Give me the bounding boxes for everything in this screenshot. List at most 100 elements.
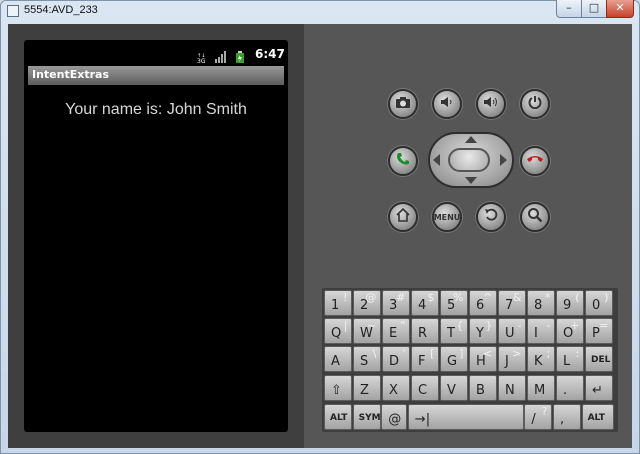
key-d[interactable]: D ' (382, 346, 411, 372)
key-alt-label: ^ (483, 291, 493, 304)
key-j[interactable]: J > (498, 346, 527, 372)
home-button[interactable] (388, 202, 418, 232)
volume-up-button[interactable] (476, 89, 506, 119)
dpad-center-button[interactable] (448, 148, 490, 172)
key-sym[interactable]: SYM (352, 404, 381, 430)
key-e[interactable]: E " (382, 318, 411, 344)
key-alt-label: * (544, 291, 551, 304)
key-label: 8 (534, 298, 543, 313)
key-r[interactable]: R (411, 318, 440, 344)
key-label: L (563, 354, 571, 369)
call-button[interactable] (388, 146, 418, 176)
key-u[interactable]: U- (498, 318, 527, 344)
key-alt-label: \ (372, 347, 377, 360)
dpad-down-icon[interactable] (465, 177, 477, 184)
key-t[interactable]: T{ (440, 318, 469, 344)
key-[interactable]: ↵ (585, 375, 614, 401)
menu-button[interactable]: MENU (432, 202, 462, 232)
camera-button[interactable] (388, 89, 418, 119)
dpad-right-icon[interactable] (500, 154, 507, 166)
key-4[interactable]: 4 $ (411, 290, 440, 316)
key-label: 0 (592, 298, 601, 313)
name-text: Your name is: John Smith (65, 101, 247, 118)
key-alt[interactable]: ALT (324, 404, 352, 430)
key-alt-label: " (400, 319, 406, 332)
key-alt-label: [ (430, 347, 435, 360)
end-call-button[interactable] (520, 146, 550, 176)
key-label: N (505, 383, 515, 398)
power-button[interactable] (520, 89, 550, 119)
key-l[interactable]: L: (556, 346, 585, 372)
key-3[interactable]: 3 # (382, 290, 411, 316)
key-label: R (418, 326, 428, 341)
key-g[interactable]: G] (440, 346, 469, 372)
key-8[interactable]: 8 * (527, 290, 556, 316)
key-[interactable]: →| (407, 404, 524, 430)
key-[interactable]: @ (381, 404, 408, 430)
key-k[interactable]: K; (527, 346, 556, 372)
key-alt-label: } (485, 319, 493, 332)
key-v[interactable]: V (440, 375, 469, 401)
key-[interactable]: ⇧ (324, 375, 353, 401)
signal-icon (214, 48, 228, 63)
key-del[interactable]: DEL (585, 346, 614, 372)
key-y[interactable]: Y} (469, 318, 498, 344)
key-i[interactable]: I- (527, 318, 556, 344)
key-9[interactable]: 9( (556, 290, 585, 316)
key-alt-label: # (396, 291, 406, 304)
key-6[interactable]: 6 ^ (469, 290, 498, 316)
key-label: SYM (358, 413, 381, 423)
key-alt[interactable]: ALT (581, 404, 614, 430)
key-x[interactable]: X (382, 375, 411, 401)
key-label: V (447, 383, 456, 398)
key-0[interactable]: 0) (585, 290, 614, 316)
key-label: A (331, 354, 340, 369)
key-1[interactable]: 1! (324, 290, 353, 316)
key-m[interactable]: M (527, 375, 556, 401)
key-label: S (360, 354, 369, 369)
key-s[interactable]: S \ (353, 346, 382, 372)
back-button[interactable] (476, 202, 506, 232)
key-[interactable]: . (556, 375, 585, 401)
device-screen[interactable] (24, 40, 288, 432)
key-[interactable]: , (553, 404, 581, 430)
key-7[interactable]: 7 & (498, 290, 527, 316)
key-n[interactable]: N (498, 375, 527, 401)
key-[interactable]: /? (524, 404, 553, 430)
search-button[interactable] (520, 202, 550, 232)
key-label: E (389, 326, 398, 341)
key-w[interactable]: W ~ (353, 318, 382, 344)
key-q[interactable]: Q | (324, 318, 353, 344)
dpad-left-icon[interactable] (433, 154, 440, 166)
close-button[interactable]: ✕ (606, 0, 634, 18)
dpad-up-icon[interactable] (465, 136, 477, 143)
3g-icon: ↑↓ 3G (197, 48, 207, 65)
call-icon (395, 151, 411, 171)
key-alt-label: ! (342, 291, 348, 304)
key-alt-label: - (546, 319, 551, 332)
key-label: Q (331, 326, 342, 341)
key-z[interactable]: Z (353, 375, 382, 401)
key-alt-label: $ (427, 291, 435, 304)
key-2[interactable]: 2 @ (353, 290, 382, 316)
key-b[interactable]: B (469, 375, 498, 401)
key-label: ALT (587, 413, 605, 423)
key-alt-label: : (575, 347, 580, 360)
key-alt-label: ; (546, 347, 551, 360)
key-label: @ (388, 412, 402, 427)
maximize-button[interactable]: □ (581, 0, 607, 18)
key-label: ↵ (592, 383, 603, 398)
minimize-button[interactable]: – (556, 0, 582, 18)
key-p[interactable]: P = (585, 318, 614, 344)
key-label: T (447, 326, 455, 341)
key-alt-label: | (343, 319, 348, 332)
key-a[interactable]: A (324, 346, 353, 372)
key-5[interactable]: 5% (440, 290, 469, 316)
key-label: C (418, 383, 428, 398)
volume-down-button[interactable] (432, 89, 462, 119)
key-alt-label: @ (365, 291, 377, 304)
key-c[interactable]: C (411, 375, 440, 401)
key-o[interactable]: O + (556, 318, 585, 344)
key-h[interactable]: H < (469, 346, 498, 372)
key-f[interactable]: F[ (411, 346, 440, 372)
